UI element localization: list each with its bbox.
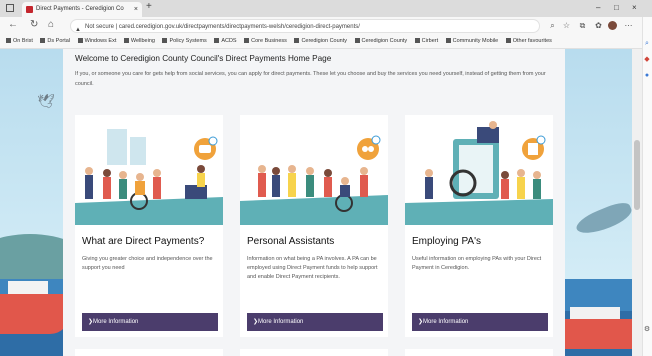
address-bar[interactable]: ▲ Not secure | cared.ceredigion.gov.uk/d… (70, 19, 540, 33)
back-icon[interactable]: ← (8, 19, 18, 30)
bookmark-item[interactable]: Windows Ext (78, 35, 117, 48)
next-row-card (405, 349, 553, 356)
bookmarks-bar: On Brist Ds Portal Windows Ext Wellbeing… (0, 35, 652, 49)
bookmark-item[interactable]: Cirbert (415, 35, 439, 48)
card-employing-pas: Employing PA's Useful information on emp… (405, 115, 553, 337)
favorite-star-icon[interactable]: ☆ (562, 21, 571, 30)
main-content: Welcome to Ceredigion County Council's D… (63, 49, 565, 356)
tab-actions-icon[interactable] (6, 4, 14, 12)
tab-title: Direct Payments - Ceredigion Co (36, 6, 124, 12)
zoom-icon[interactable]: ⌕ (548, 21, 557, 30)
card-title: Employing PA's (412, 236, 481, 247)
new-tab-button[interactable]: + (146, 1, 152, 12)
button-label: More Information (93, 319, 139, 325)
boat-cabin (8, 281, 48, 295)
maximize-button[interactable]: □ (614, 3, 619, 12)
bookmark-item[interactable]: Ceredigion County (355, 35, 408, 48)
button-label: More Information (258, 319, 304, 325)
collections-icon[interactable]: ⧉ (578, 21, 587, 30)
button-label: More Information (423, 319, 469, 325)
bookmark-item[interactable]: Policy Systems (162, 35, 206, 48)
card-personal-assistants: Personal Assistants Information on what … (240, 115, 388, 337)
card-description: Information on what being a PA involves.… (247, 256, 378, 280)
bird-icon: 🕊 (37, 93, 55, 109)
browser-toolbar: ← ↻ ⌂ ▲ Not secure | cared.ceredigion.go… (0, 17, 652, 35)
address-text: Not secure | cared.ceredigion.gov.uk/dir… (85, 24, 360, 30)
browser-sidebar (642, 17, 652, 356)
warning-icon: ▲ (75, 27, 81, 33)
browser-tab[interactable]: Direct Payments - Ceredigion Co × (22, 2, 142, 17)
shopping-icon[interactable]: ◆ (643, 56, 651, 64)
card-title: Personal Assistants (247, 236, 335, 247)
card-illustration (75, 115, 223, 225)
tab-close-icon[interactable]: × (134, 2, 138, 17)
minimize-button[interactable]: – (596, 3, 600, 12)
people-illustration-icon (75, 115, 223, 225)
intro-text: If you, or someone you care for gets hel… (75, 71, 546, 87)
extensions-icon[interactable]: ✿ (594, 21, 603, 30)
card-description: Giving you greater choice and independen… (82, 256, 213, 271)
scrollbar-thumb[interactable] (634, 140, 640, 210)
bookmark-item[interactable]: Wellbeing (124, 35, 155, 48)
bookmark-item[interactable]: Ds Portal (40, 35, 70, 48)
bookmark-item[interactable]: Ceredigion County (294, 35, 347, 48)
bookmark-item[interactable]: On Brist (6, 35, 33, 48)
menu-dots-icon[interactable]: ⋯ (624, 21, 633, 30)
site-favicon-icon (26, 6, 33, 13)
more-information-button[interactable]: ❯More Information (247, 313, 383, 331)
search-icon[interactable]: ⌕ (643, 40, 651, 48)
card-title: What are Direct Payments? (82, 236, 205, 247)
more-information-button[interactable]: ❯More Information (82, 313, 218, 331)
window-close-button[interactable]: × (632, 3, 637, 12)
boat-left (0, 294, 70, 334)
card-description: Useful information on employing PAs with… (412, 256, 542, 271)
card-what-are-direct-payments: What are Direct Payments? Giving you gre… (75, 115, 223, 337)
card-illustration (405, 115, 553, 225)
card-illustration (240, 115, 388, 225)
more-information-button[interactable]: ❯More Information (412, 313, 548, 331)
home-icon[interactable]: ⌂ (48, 19, 54, 30)
bookmark-item[interactable]: Other favourites (506, 35, 552, 48)
page-title: Welcome to Ceredigion County Council's D… (75, 54, 332, 63)
bookmark-item[interactable]: ACDS (214, 35, 236, 48)
next-row-card (240, 349, 388, 356)
refresh-icon[interactable]: ↻ (30, 19, 38, 30)
browser-tab-bar: Direct Payments - Ceredigion Co × + – □ … (0, 0, 652, 17)
next-row-card (75, 349, 223, 356)
people-illustration-icon (240, 115, 388, 225)
profile-avatar-icon[interactable] (608, 21, 617, 30)
tools-icon[interactable]: ● (643, 72, 651, 80)
boat-right (560, 319, 632, 349)
bookmark-item[interactable]: Core Business (244, 35, 287, 48)
bookmark-item[interactable]: Community Mobile (446, 35, 499, 48)
web-page: 🕊 Welcome to Ceredigion County Council's… (0, 49, 632, 356)
sidebar-settings-icon[interactable]: ⚙ (643, 326, 651, 334)
documents-illustration-icon (405, 115, 553, 225)
